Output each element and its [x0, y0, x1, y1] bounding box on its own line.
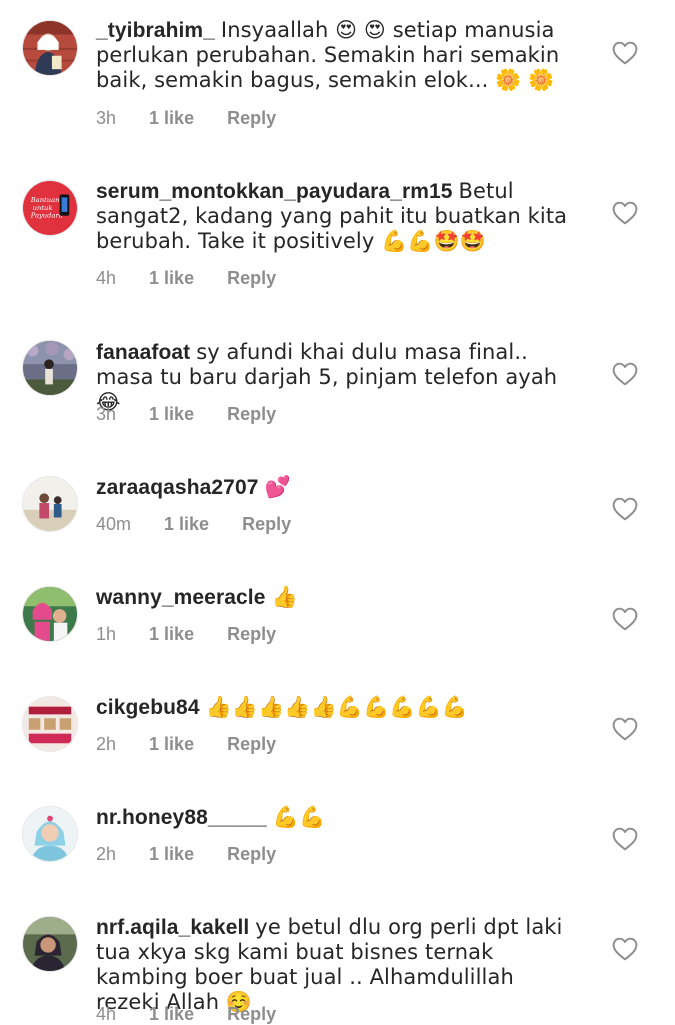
comment-username[interactable]: wanny_meeracle — [96, 586, 266, 609]
reply-button[interactable]: Reply — [227, 844, 276, 865]
reply-button[interactable]: Reply — [242, 514, 291, 535]
comment-username[interactable]: zaraaqasha2707 — [96, 476, 259, 499]
comment-text: cikgebu84 👍👍👍👍👍💪💪💪💪💪 — [96, 695, 578, 720]
comment-text: zaraaqasha2707 💕 — [96, 475, 578, 500]
comment-meta: 3h 1 like Reply — [96, 404, 304, 425]
comment-username[interactable]: nrf.aqila_kakell — [96, 916, 249, 939]
like-button[interactable] — [612, 827, 638, 851]
reply-button[interactable]: Reply — [227, 268, 276, 289]
comment-meta: 2h 1 like Reply — [96, 844, 304, 865]
reply-button[interactable]: Reply — [227, 734, 276, 755]
comment-body: 👍👍👍👍👍💪💪💪💪💪 — [205, 695, 469, 719]
likes-count[interactable]: 1 like — [164, 514, 209, 535]
like-button[interactable] — [612, 497, 638, 521]
avatar[interactable] — [22, 340, 78, 396]
comment-time: 40m — [96, 514, 132, 534]
likes-count[interactable]: 1 like — [149, 844, 194, 865]
reply-button[interactable]: Reply — [227, 404, 276, 425]
heart-outline-icon — [612, 827, 638, 851]
comment-meta: 2h 1 like Reply — [96, 734, 304, 755]
heart-outline-icon — [612, 717, 638, 741]
comment-username[interactable]: _tyibrahim_ — [96, 19, 215, 42]
comment-text: wanny_meeracle 👍 — [96, 585, 578, 610]
likes-count[interactable]: 1 like — [149, 268, 194, 289]
comment-text: serum_montokkan_payudara_rm15 Betul sang… — [96, 179, 578, 254]
comment-time: 1h — [96, 624, 117, 644]
comment-time: 2h — [96, 844, 117, 864]
comment-meta: 40m 1 like Reply — [96, 514, 319, 535]
avatar[interactable] — [22, 916, 78, 972]
comment-text: nrf.aqila_kakell ye betul dlu org perli … — [96, 915, 578, 1015]
like-button[interactable] — [612, 41, 638, 65]
comment-body: 💪💪 — [272, 805, 326, 829]
likes-count[interactable]: 1 like — [149, 404, 194, 425]
comment-time: 2h — [96, 734, 117, 754]
likes-count[interactable]: 1 like — [149, 734, 194, 755]
likes-count[interactable]: 1 like — [149, 624, 194, 645]
avatar[interactable] — [22, 586, 78, 642]
comment-meta: 3h 1 like Reply — [96, 108, 304, 129]
avatar[interactable]: Bantuan untuk Payudara — [22, 180, 78, 236]
avatar[interactable] — [22, 696, 78, 752]
likes-count[interactable]: 1 like — [149, 108, 194, 129]
comment-text: nr.honey88_____ 💪💪 — [96, 805, 578, 830]
heart-outline-icon — [612, 362, 638, 386]
avatar[interactable] — [22, 476, 78, 532]
likes-count[interactable]: 1 like — [149, 1004, 194, 1025]
comment-text: _tyibrahim_ Insyaallah 😍 😍 setiap manusi… — [96, 18, 578, 93]
comment-body: 💕 — [264, 475, 291, 499]
comment-username[interactable]: cikgebu84 — [96, 696, 200, 719]
heart-outline-icon — [612, 607, 638, 631]
like-button[interactable] — [612, 607, 638, 631]
comment-time: 3h — [96, 108, 117, 128]
like-button[interactable] — [612, 717, 638, 741]
reply-button[interactable]: Reply — [227, 624, 276, 645]
svg-text:Payudara: Payudara — [30, 212, 63, 220]
avatar[interactable] — [22, 20, 78, 76]
heart-outline-icon — [612, 41, 638, 65]
comment-username[interactable]: serum_montokkan_payudara_rm15 — [96, 180, 453, 203]
comment-meta: 4h 1 like Reply — [96, 268, 304, 289]
comment-meta: 1h 1 like Reply — [96, 624, 304, 645]
comment-time: 4h — [96, 268, 117, 288]
comment-body: 👍 — [271, 585, 298, 609]
comment-time: 4h — [96, 1004, 117, 1024]
like-button[interactable] — [612, 201, 638, 225]
reply-button[interactable]: Reply — [227, 108, 276, 129]
heart-outline-icon — [612, 201, 638, 225]
heart-outline-icon — [612, 937, 638, 961]
like-button[interactable] — [612, 937, 638, 961]
comment-username[interactable]: nr.honey88_____ — [96, 806, 267, 829]
comment-username[interactable]: fanaafoat — [96, 341, 190, 364]
heart-outline-icon — [612, 497, 638, 521]
like-button[interactable] — [612, 362, 638, 386]
reply-button[interactable]: Reply — [227, 1004, 276, 1025]
comment-meta: 4h 1 like Reply — [96, 1004, 304, 1025]
avatar[interactable] — [22, 806, 78, 862]
comment-time: 3h — [96, 404, 117, 424]
